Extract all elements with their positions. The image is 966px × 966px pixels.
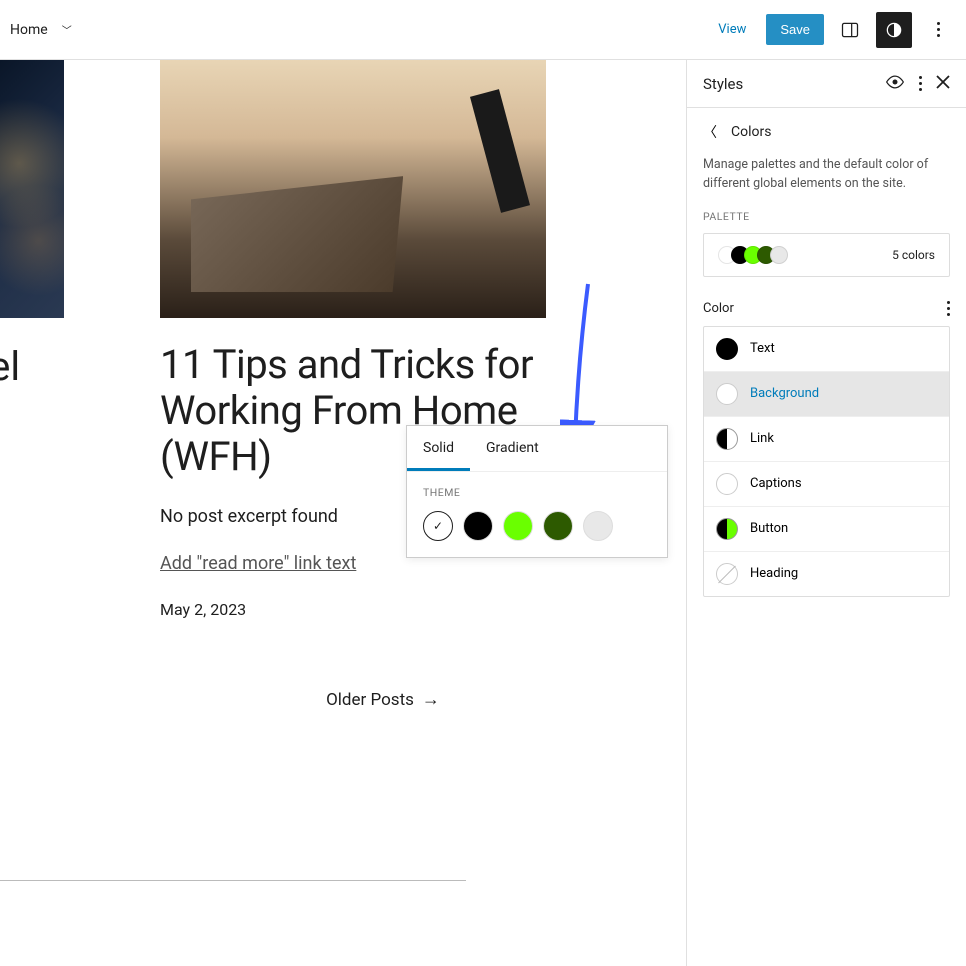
indicator-link	[716, 428, 738, 450]
popover-theme-section: THEME ✓	[407, 472, 667, 557]
post-image-left[interactable]	[0, 60, 64, 318]
color-section-label: Color	[703, 301, 734, 316]
swatch-3[interactable]	[543, 511, 573, 541]
styles-toggle-button[interactable]	[876, 12, 912, 48]
row-label-text: Text	[750, 341, 775, 356]
palette-label: PALETTE	[687, 210, 966, 233]
arrow-right-icon: →	[422, 689, 440, 710]
topbar-right: View Save	[706, 12, 956, 48]
color-row-captions[interactable]: Captions	[704, 462, 949, 507]
post-date[interactable]: May 2, 2023	[160, 600, 546, 619]
palette-swatches	[718, 246, 783, 264]
sidebar-header-icons	[885, 74, 950, 93]
color-row-text[interactable]: Text	[704, 327, 949, 372]
palette-box[interactable]: 5 colors	[703, 233, 950, 277]
panel-icon	[840, 20, 860, 40]
check-icon: ✓	[433, 519, 443, 533]
sidebar-toggle-button[interactable]	[832, 12, 868, 48]
popover-tabs: Solid Gradient	[407, 426, 667, 472]
row-label-heading: Heading	[750, 566, 798, 581]
color-row-button[interactable]: Button	[704, 507, 949, 552]
save-button[interactable]: Save	[766, 14, 824, 45]
sidebar-header: Styles	[687, 60, 966, 108]
row-label-button: Button	[750, 521, 788, 536]
close-icon[interactable]	[936, 74, 950, 93]
preview-icon[interactable]	[885, 74, 905, 93]
post-featured-image[interactable]	[160, 60, 546, 318]
indicator-captions	[716, 473, 738, 495]
top-bar: Home ﹀ View Save	[0, 0, 966, 60]
dots-vertical-icon	[937, 22, 940, 37]
divider	[0, 880, 466, 881]
contrast-icon	[884, 20, 904, 40]
home-link[interactable]: Home	[10, 22, 48, 38]
post-col-left: vel	[0, 60, 64, 669]
view-link[interactable]: View	[706, 14, 758, 45]
palette-sw-4	[770, 246, 788, 264]
indicator-button	[716, 518, 738, 540]
older-posts-label: Older Posts	[326, 690, 414, 710]
color-row-background[interactable]: Background	[704, 372, 949, 417]
color-more-icon[interactable]	[947, 301, 950, 316]
back-chevron-icon[interactable]: 〈	[703, 122, 717, 142]
theme-swatch-row: ✓	[423, 511, 651, 541]
back-row: 〈 Colors	[687, 108, 966, 150]
colors-title: Colors	[731, 124, 771, 140]
older-posts-link[interactable]: Older Posts →	[0, 689, 686, 710]
indicator-background	[716, 383, 738, 405]
tab-gradient[interactable]: Gradient	[470, 426, 555, 471]
more-options-button[interactable]	[920, 12, 956, 48]
color-row-link[interactable]: Link	[704, 417, 949, 462]
post-title-fragment: vel	[0, 345, 20, 389]
swatch-1[interactable]	[463, 511, 493, 541]
palette-count: 5 colors	[892, 248, 935, 262]
color-row-heading[interactable]: Heading	[704, 552, 949, 596]
colors-description: Manage palettes and the default color of…	[687, 150, 966, 210]
row-label-captions: Captions	[750, 476, 802, 491]
sidebar-title: Styles	[703, 75, 743, 93]
chevron-down-icon[interactable]: ﹀	[62, 22, 72, 37]
swatch-2[interactable]	[503, 511, 533, 541]
color-rows: Text Background Link Captions Button Hea…	[703, 326, 950, 597]
tab-solid[interactable]: Solid	[407, 426, 470, 471]
indicator-text	[716, 338, 738, 360]
indicator-heading	[716, 563, 738, 585]
swatch-4[interactable]	[583, 511, 613, 541]
swatch-0[interactable]: ✓	[423, 511, 453, 541]
sidebar-more-icon[interactable]	[919, 76, 922, 91]
color-popover: Solid Gradient THEME ✓	[406, 425, 668, 558]
row-label-background: Background	[750, 386, 819, 401]
theme-label: THEME	[423, 486, 651, 499]
post-row: vel 11 Tips and Tricks for Working From …	[0, 60, 686, 669]
post-col-right: 11 Tips and Tricks for Working From Home…	[160, 60, 546, 669]
topbar-left: Home ﹀	[10, 22, 72, 38]
styles-sidebar: Styles 〈 Colors Manage palettes and the …	[686, 60, 966, 966]
row-label-link: Link	[750, 431, 774, 446]
color-section-header: Color	[687, 301, 966, 326]
